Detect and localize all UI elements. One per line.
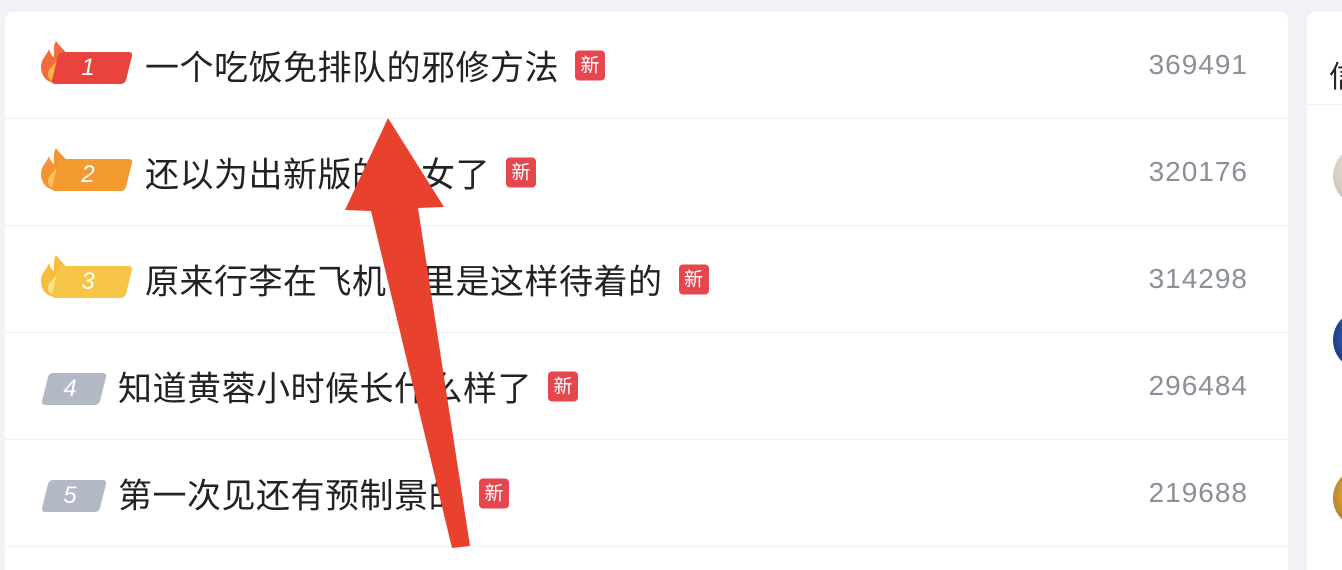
hot-item-title-line: 知道黄蓉小时候长什么样了 新	[118, 362, 578, 411]
hot-item-title-line: 第一次见还有预制景的 新	[118, 469, 509, 518]
avatar[interactable]	[1333, 468, 1342, 528]
side-divider	[1307, 104, 1342, 105]
new-badge: 新	[479, 478, 509, 508]
new-badge: 新	[548, 371, 578, 401]
hot-list-item[interactable]: 5 第一次见还有预制景的 新 219688	[5, 440, 1288, 547]
side-panel-heading: 信	[1329, 52, 1342, 96]
hot-item-title-line: 一个吃饭免排队的邪修方法 新	[145, 41, 605, 90]
hot-item-title[interactable]: 第一次见还有预制景的	[118, 469, 463, 518]
heat-count: 219688	[1148, 477, 1248, 508]
rank-number: 2	[81, 161, 95, 188]
rank-badge: 4	[33, 366, 107, 406]
new-badge: 新	[575, 50, 605, 80]
hot-list-item[interactable]: 3 原来行李在飞机子里是这样待着的 新 314298	[5, 226, 1288, 333]
hot-item-title-line: 原来行李在飞机子里是这样待着的 新	[145, 255, 709, 304]
side-panel: 信	[1307, 12, 1342, 570]
hot-list-item[interactable]: 1 一个吃饭免排队的邪修方法 新 369491	[5, 12, 1288, 119]
heat-count: 320176	[1148, 156, 1248, 187]
hot-search-screen: 1 一个吃饭免排队的邪修方法 新 369491 2 还以为出新版的儿女了 新 3…	[0, 0, 1342, 570]
hot-item-title[interactable]: 还以为出新版的儿女了	[145, 148, 490, 197]
rank-number: 3	[81, 268, 95, 295]
heat-count: 314298	[1148, 263, 1248, 294]
hot-item-title[interactable]: 原来行李在飞机子里是这样待着的	[145, 255, 663, 304]
heat-count: 369491	[1148, 49, 1248, 80]
hot-list-item[interactable]: 4 知道黄蓉小时候长什么样了 新 296484	[5, 333, 1288, 440]
avatar[interactable]	[1333, 146, 1342, 206]
new-badge: 新	[506, 157, 536, 187]
hot-item-title[interactable]: 一个吃饭免排队的邪修方法	[145, 41, 559, 90]
hot-item-title[interactable]: 知道黄蓉小时候长什么样了	[118, 362, 532, 411]
new-badge: 新	[678, 264, 709, 294]
hot-list-item[interactable]: 2 还以为出新版的儿女了 新 320176	[5, 119, 1288, 226]
avatar[interactable]	[1333, 310, 1342, 370]
rank-badge: 1	[37, 41, 133, 85]
rank-badge: 3	[37, 255, 133, 299]
hot-item-title-line: 还以为出新版的儿女了 新	[145, 148, 536, 197]
hot-search-list: 1 一个吃饭免排队的邪修方法 新 369491 2 还以为出新版的儿女了 新 3…	[5, 12, 1288, 570]
rank-number: 1	[81, 54, 95, 81]
rank-number: 4	[63, 375, 77, 402]
heat-count: 296484	[1148, 370, 1248, 401]
rank-number: 5	[63, 482, 77, 509]
rank-badge: 5	[33, 473, 107, 513]
rank-badge: 2	[37, 148, 133, 192]
